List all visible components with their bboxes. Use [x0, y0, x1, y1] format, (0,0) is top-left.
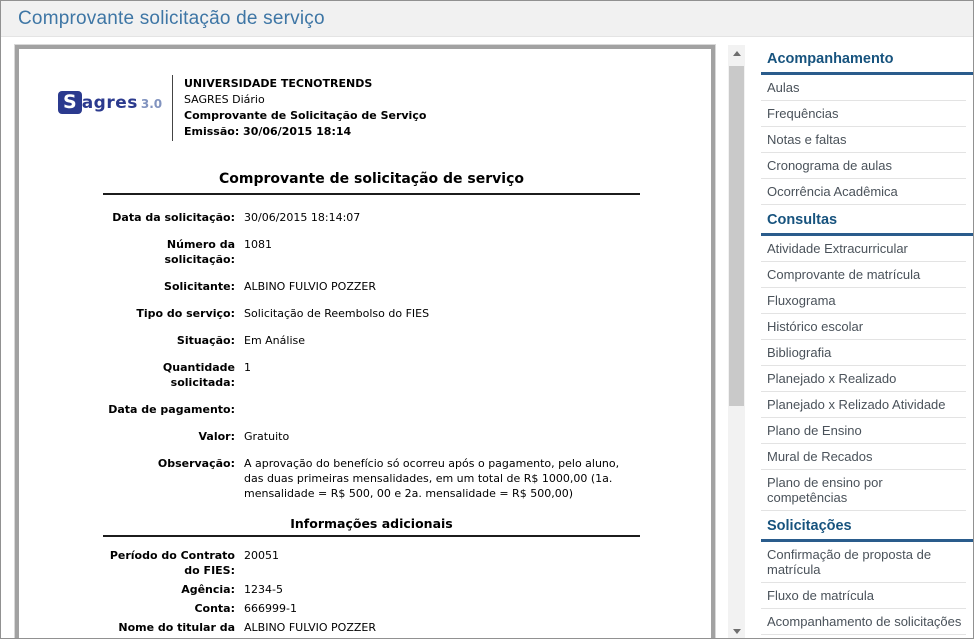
document-page: Sagres3.0 UNIVERSIDADE TECNOTRENDS SAGRE… [15, 45, 715, 639]
sidebar-section-title: Solicitações [761, 511, 974, 539]
field-value: 1081 [244, 237, 640, 267]
app-name: SAGRES Diário [184, 92, 426, 108]
field-value [244, 402, 640, 417]
title-rule [103, 193, 640, 195]
sidebar-item[interactable]: Ocorrência Acadêmica [761, 179, 966, 205]
field-row: Período do Contrato do FIES: 20051 [103, 546, 640, 580]
field-label: Observação: [103, 456, 235, 501]
sidebar-section-title: Acompanhamento [761, 45, 974, 72]
field-label: Data de pagamento: [103, 402, 235, 417]
field-label: Situação: [103, 333, 235, 348]
field-row: Data de pagamento: [103, 396, 640, 423]
scrollbar-thumb[interactable] [729, 66, 744, 406]
sagres-logo: Sagres3.0 [58, 91, 166, 114]
field-label: Tipo do serviço: [103, 306, 235, 321]
org-block: UNIVERSIDADE TECNOTRENDS SAGRES Diário C… [184, 75, 426, 140]
field-value: Gratuito [244, 429, 640, 444]
scroll-up-button[interactable] [728, 45, 745, 62]
field-value: 1234-5 [244, 582, 640, 597]
org-name: UNIVERSIDADE TECNOTRENDS [184, 76, 426, 92]
field-label: Quantidade solicitada: [103, 360, 235, 390]
field-value: 20051 [244, 548, 640, 578]
app-window: Comprovante solicitação de serviço Sagre… [0, 0, 974, 639]
sidebar-item[interactable]: Planejado x Relizado Atividade [761, 392, 966, 418]
field-label: Período do Contrato do FIES: [103, 548, 235, 578]
main-fields: Data da solicitação: 30/06/2015 18:14:07 N… [103, 204, 640, 507]
sagres-logo-text: agres [82, 93, 138, 113]
sidebar-item[interactable]: Frequências [761, 101, 966, 127]
sidebar-item[interactable]: Cronograma de aulas [761, 153, 966, 179]
sidebar-item[interactable]: Mural de Recados [761, 444, 966, 470]
field-row: Observação:A aprovação do benefício só o… [103, 450, 640, 507]
field-row: Valor: Gratuito [103, 423, 640, 450]
field-value: A aprovação do benefício só ocorreu após… [244, 456, 640, 501]
field-value: 30/06/2015 18:14:07 [244, 210, 640, 225]
sidebar-item[interactable]: Plano de ensino por competências [761, 470, 966, 511]
sidebar-item[interactable]: Fluxograma [761, 288, 966, 314]
sidebar-item[interactable]: Acompanhamento de solicitações [761, 609, 966, 635]
sidebar-item[interactable]: Histórico escolar [761, 314, 966, 340]
field-value: Em Análise [244, 333, 640, 348]
field-value: 666999-1 [244, 601, 640, 616]
sidebar-item[interactable]: Atividade Extracurricular [761, 236, 966, 262]
field-row: Solicitante: ALBINO FULVIO POZZER [103, 273, 640, 300]
page-title: Comprovante solicitação de serviço [18, 8, 325, 30]
additional-info-title: Informações adicionais [103, 516, 640, 531]
arrow-up-icon [733, 51, 741, 56]
doc-type: Comprovante de Solicitação de Serviço [184, 108, 426, 124]
sidebar-item[interactable]: Confirmação de proposta de matrícula [761, 542, 966, 583]
sagres-logo-version: 3.0 [141, 97, 162, 111]
field-value: 1 [244, 360, 640, 390]
arrow-down-icon [733, 629, 741, 634]
sidebar-item[interactable]: Notas e faltas [761, 127, 966, 153]
sidebar-item[interactable]: Fluxo de matrícula [761, 583, 966, 609]
sidebar-item[interactable]: Aulas [761, 75, 966, 101]
document-title: Comprovante de solicitação de serviço [103, 171, 640, 187]
sidebar-item[interactable]: Plano de Ensino [761, 418, 966, 444]
document-scrollbar[interactable] [728, 45, 745, 639]
sidebar-item[interactable]: Planejado x Realizado [761, 366, 966, 392]
sidebar-item[interactable]: Bibliografia [761, 340, 966, 366]
field-label: Data da solicitação: [103, 210, 235, 225]
field-label: Agência: [103, 582, 235, 597]
field-value: ALBINO FULVIO POZZER [244, 620, 640, 639]
field-row: Nome do titular da conta: ALBINO FULVIO P… [103, 618, 640, 639]
field-row: Agência: 1234-5 [103, 580, 640, 599]
field-label: Valor: [103, 429, 235, 444]
field-row: Quantidade solicitada: 1 [103, 354, 640, 396]
sidebar-menu: Acompanhamento AulasFrequênciasNotas e fa… [761, 45, 974, 639]
sidebar-item[interactable]: Demanda [761, 635, 966, 639]
additional-info-rule [103, 535, 640, 537]
header-divider [172, 75, 173, 141]
additional-fields: Período do Contrato do FIES: 20051 Agência… [103, 546, 640, 639]
page-header-bar: Comprovante solicitação de serviço [1, 1, 973, 37]
field-label: Nome do titular da conta: [103, 620, 235, 639]
field-label: Conta: [103, 601, 235, 616]
field-row: Tipo do serviço: Solicitação de Reembolso… [103, 300, 640, 327]
emission-date: Emissão: 30/06/2015 18:14 [184, 124, 426, 140]
sidebar-item[interactable]: Comprovante de matrícula [761, 262, 966, 288]
field-value: Solicitação de Reembolso do FIES [244, 306, 640, 321]
field-value: ALBINO FULVIO POZZER [244, 279, 640, 294]
field-row: Situação: Em Análise [103, 327, 640, 354]
document-content: Comprovante de solicitação de serviço Da… [19, 171, 711, 639]
sagres-logo-initial: S [58, 91, 82, 114]
field-label: Solicitante: [103, 279, 235, 294]
document-header: Sagres3.0 UNIVERSIDADE TECNOTRENDS SAGRE… [58, 75, 711, 141]
sidebar-section-title: Consultas [761, 205, 974, 233]
field-label: Número da solicitação: [103, 237, 235, 267]
field-row: Data da solicitação: 30/06/2015 18:14:07 [103, 204, 640, 231]
field-row: Conta: 666999-1 [103, 599, 640, 618]
field-row: Número da solicitação: 1081 [103, 231, 640, 273]
scroll-down-button[interactable] [728, 623, 745, 639]
